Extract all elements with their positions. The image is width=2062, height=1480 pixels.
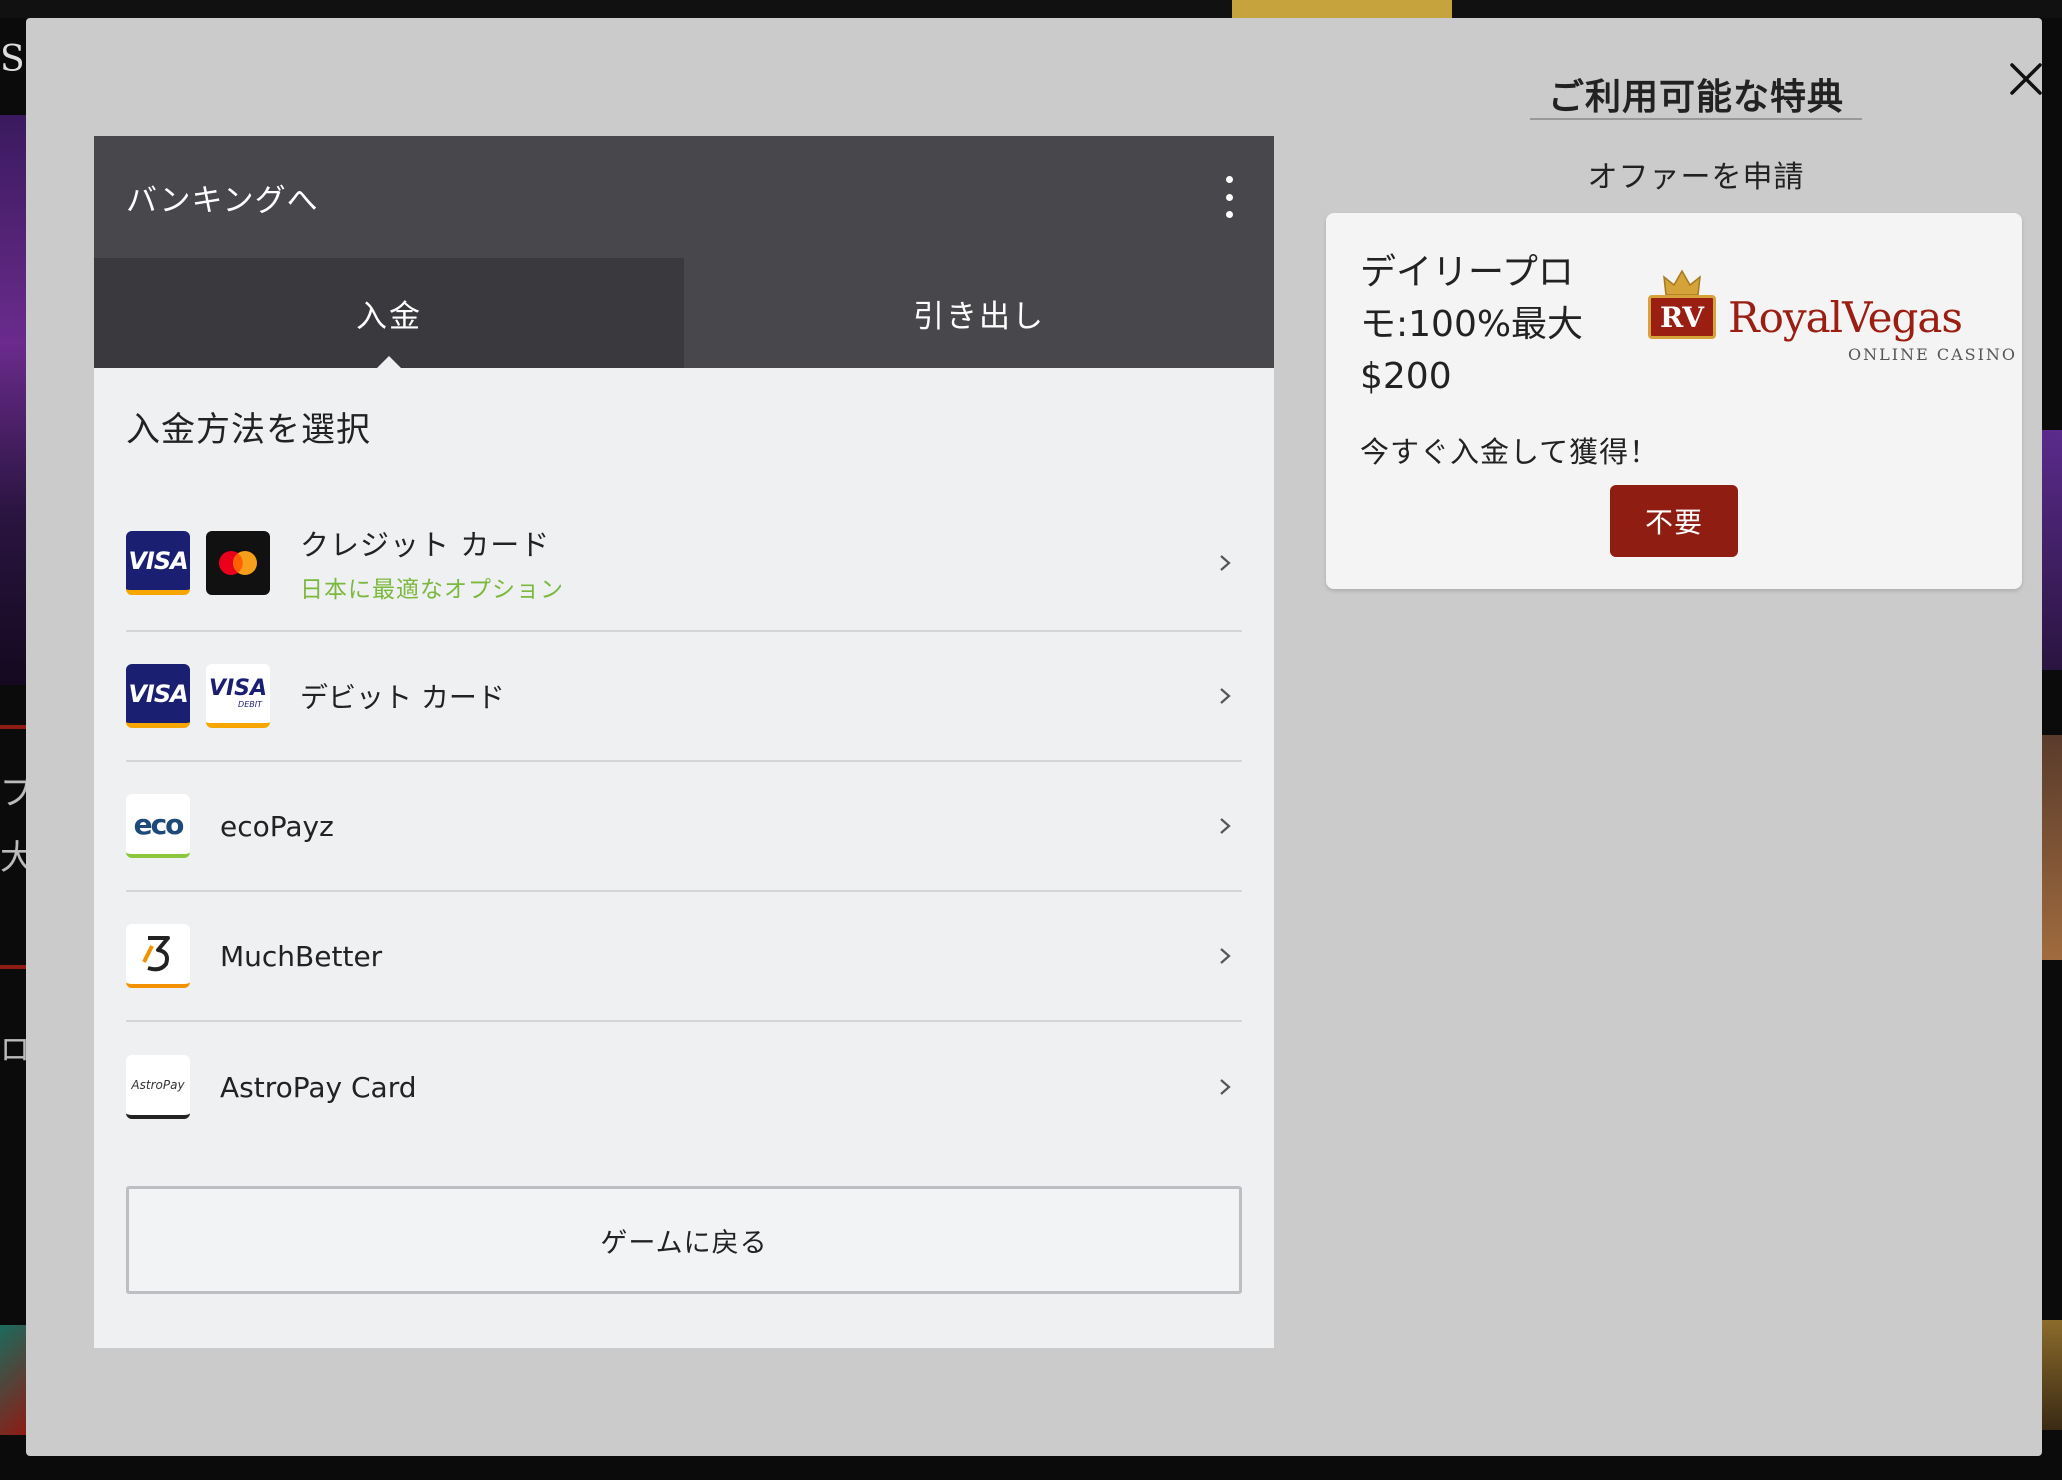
rv-badge: RV [1648,295,1716,339]
background-divider [0,965,26,969]
background-divider [0,725,26,729]
visa-icon: VISA [126,531,190,595]
offers-title: ご利用可能な特典 [1547,77,1844,118]
payment-method-muchbetter[interactable]: MuchBetter [126,892,1242,1022]
brand-wordmark: RoyalVegas [1728,293,1963,342]
offer-description: 今すぐ入金して獲得！ [1360,435,1660,469]
brand-subtitle: ONLINE CASINO [1848,345,2018,364]
royal-vegas-logo: RV RoyalVegas ONLINE CASINO [1648,269,2015,369]
section-title: 入金方法を選択 [126,410,371,450]
chevron-right-icon [1220,555,1231,571]
payment-method-astropay[interactable]: AstroPay AstroPay Card [126,1022,1242,1152]
back-to-game-button[interactable]: ゲームに戻る [126,1186,1242,1294]
method-name: AstroPay Card [220,1070,417,1104]
background-game-art [0,115,26,685]
payment-method-credit-card[interactable]: VISA クレジット カード 日本に最適なオプション [126,496,1242,632]
offer-card: デイリープロモ:100%最大$200 RV RoyalVegas ONLINE … [1326,213,2022,589]
tab-deposit[interactable]: 入金 [94,258,684,368]
chevron-right-icon [1220,688,1231,704]
method-name: MuchBetter [220,939,383,973]
visa-debit-icon: VISA DEBIT [206,664,270,728]
payment-method-list: VISA クレジット カード 日本に最適なオプション VISA VISA DEB… [94,496,1274,1152]
background-active-nav-item [1232,0,1452,18]
claim-offer-link[interactable]: オファーを申請 [1528,152,1864,196]
mastercard-icon [206,531,270,595]
background-game-art [2040,1320,2062,1430]
background-game-art [2040,735,2062,960]
astropay-icon: AstroPay [126,1055,190,1119]
method-name: デビット カード [300,681,505,714]
background-logo: S [0,39,25,80]
banking-panel: バンキングへ 入金 引き出し 入金方法を選択 VISA クレジット カード 日本… [94,136,1274,1348]
ecopayz-icon: eco [126,794,190,858]
method-name: ecoPayz [220,809,334,843]
chevron-right-icon [1220,818,1231,834]
background-top-nav [0,0,2062,18]
banking-tabs: 入金 引き出し [94,258,1274,368]
offers-divider [1530,118,1862,120]
tab-withdraw[interactable]: 引き出し [684,258,1274,368]
close-icon [2010,62,2042,95]
background-game-art [0,1325,26,1435]
method-name: クレジット カード [300,528,551,562]
payment-method-debit-card[interactable]: VISA VISA DEBIT デビット カード [126,632,1242,762]
banking-header: バンキングへ [94,136,1274,258]
muchbetter-icon [126,924,190,988]
banking-modal: バンキングへ 入金 引き出し 入金方法を選択 VISA クレジット カード 日本… [26,18,2042,1456]
offer-name: デイリープロモ:100%最大$200 [1360,252,1584,397]
background-game-art [2040,430,2062,670]
banking-title: バンキングへ [126,182,319,219]
chevron-right-icon [1220,948,1231,964]
more-options-icon[interactable] [1222,176,1236,218]
payment-method-ecopayz[interactable]: eco ecoPayz [126,762,1242,892]
method-recommendation: 日本に最適なオプション [300,577,564,603]
visa-icon: VISA [126,664,190,728]
chevron-right-icon [1220,1079,1231,1095]
close-button[interactable] [1996,50,2056,110]
decline-offer-button[interactable]: 不要 [1610,485,1738,557]
